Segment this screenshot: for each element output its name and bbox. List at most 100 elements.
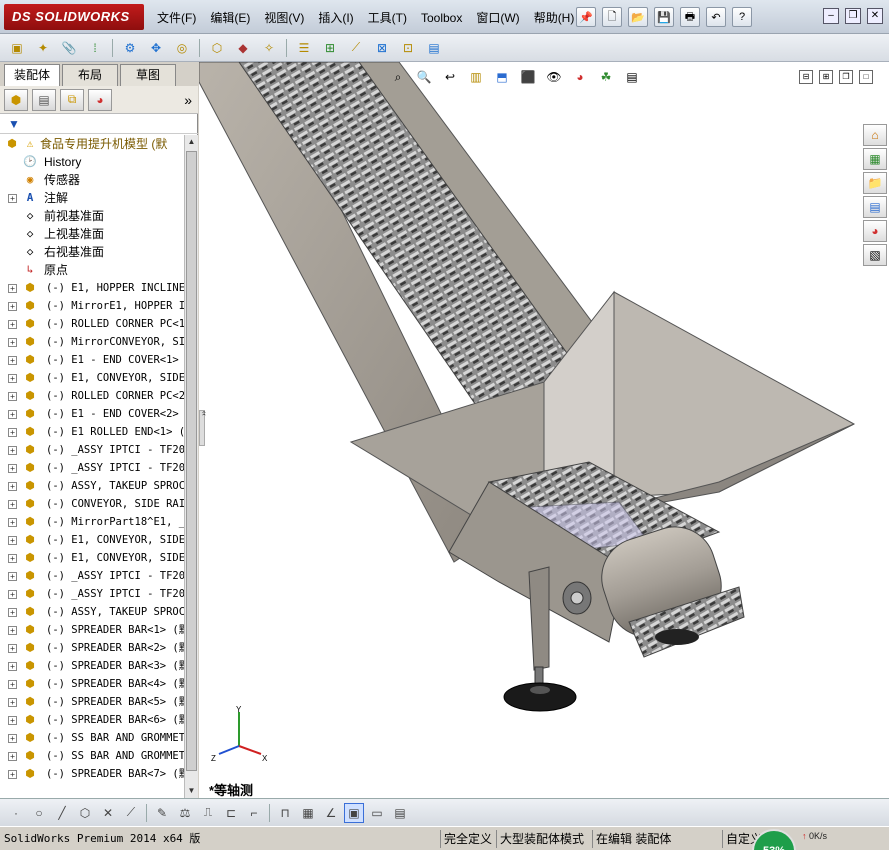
menu-file[interactable]: 文件(F) bbox=[150, 10, 203, 26]
undo-icon[interactable]: ↶ bbox=[706, 7, 726, 27]
tree-item-component[interactable]: + ⬢ (-) E1 - END COVER<2> ( bbox=[0, 405, 184, 423]
construction-geometry-icon[interactable]: ⌐ bbox=[244, 803, 264, 823]
tree-item-history[interactable]: 🕑 History bbox=[0, 153, 184, 171]
tree-item-component[interactable]: + ⬢ (-) ROLLED CORNER PC<1> bbox=[0, 315, 184, 333]
tree-item-front-plane[interactable]: ◇ 前视基准面 bbox=[0, 207, 184, 225]
smart-dimension-icon[interactable]: ✎ bbox=[152, 803, 172, 823]
shaded-display-icon[interactable]: ▣ bbox=[344, 802, 364, 823]
tree-item-component[interactable]: + ⬢ (-) SPREADER BAR<4> (默 bbox=[0, 675, 184, 693]
expand-toggle[interactable]: + bbox=[8, 626, 17, 635]
maximize-view-icon[interactable]: □ bbox=[859, 70, 873, 84]
tree-item-sensors[interactable]: ◉ 传感器 bbox=[0, 171, 184, 189]
display-style-icon[interactable]: ⬛ bbox=[519, 68, 537, 86]
tree-item-annotations[interactable]: + A 注解 bbox=[0, 189, 184, 207]
line-icon[interactable]: ╱ bbox=[52, 803, 72, 823]
move-component-icon[interactable]: ✥ bbox=[145, 38, 167, 58]
apply-scene-icon[interactable]: ☘ bbox=[597, 68, 615, 86]
configuration-manager-icon[interactable]: ⧉ bbox=[60, 88, 84, 111]
tree-item-component[interactable]: + ⬢ (-) E1, CONVEYOR, SIDE bbox=[0, 531, 184, 549]
restore-icon[interactable]: ❐ bbox=[845, 8, 861, 24]
split-view-icon[interactable]: ⊟ bbox=[799, 70, 813, 84]
expand-toggle[interactable]: + bbox=[8, 698, 17, 707]
interference-check-icon[interactable]: ⊠ bbox=[371, 38, 393, 58]
expand-toggle[interactable]: + bbox=[8, 770, 17, 779]
menu-edit[interactable]: 编辑(E) bbox=[203, 10, 257, 26]
panel-collapse-handle[interactable]: ‹‹ bbox=[199, 410, 207, 446]
hide-show-items-icon[interactable]: 👁 bbox=[545, 68, 563, 86]
expand-toggle[interactable]: + bbox=[8, 572, 17, 581]
tree-item-component[interactable]: + ⬢ (-) _ASSY IPTCI - TF205 bbox=[0, 585, 184, 603]
close-icon[interactable]: ✕ bbox=[867, 8, 883, 24]
expand-toggle[interactable]: + bbox=[8, 194, 17, 203]
wireframe-icon[interactable]: ▤ bbox=[390, 803, 410, 823]
expand-toggle[interactable]: + bbox=[8, 734, 17, 743]
scroll-down-icon[interactable]: ▼ bbox=[186, 784, 197, 798]
expand-toggle[interactable]: + bbox=[8, 284, 17, 293]
view-palette-icon[interactable]: ▤ bbox=[863, 196, 887, 218]
expand-toggle[interactable]: + bbox=[8, 500, 17, 509]
solidworks-resources-icon[interactable]: ⌂ bbox=[863, 124, 887, 146]
assembly-features-icon[interactable]: ⬡ bbox=[206, 38, 228, 58]
graphics-area[interactable]: ⌕ 🔍 ↩ ▥ ⬒ ⬛ 👁 ◕ ☘ ▤ ⊟ ⊞ ❐ □ ⌂ ▦ 📁 ▤ ◕ ▧ … bbox=[199, 62, 889, 798]
polygon-icon[interactable]: ⬡ bbox=[75, 803, 95, 823]
tree-item-component[interactable]: + ⬢ (-) SPREADER BAR<5> (默 bbox=[0, 693, 184, 711]
open-folder-icon[interactable]: 📂 bbox=[628, 7, 648, 27]
tab-layout[interactable]: 布局 bbox=[62, 64, 118, 86]
scroll-up-icon[interactable]: ▲ bbox=[186, 135, 197, 149]
menu-toolbox[interactable]: Toolbox bbox=[414, 10, 469, 26]
tree-item-component[interactable]: + ⬢ (-) E1 - END COVER<1> ( bbox=[0, 351, 184, 369]
view-settings-icon[interactable]: ▤ bbox=[623, 68, 641, 86]
tree-item-component[interactable]: + ⬢ (-) SPREADER BAR<7> (默 bbox=[0, 765, 184, 783]
tree-item-component[interactable]: + ⬢ (-) SPREADER BAR<3> (默 bbox=[0, 657, 184, 675]
more-tabs-icon[interactable]: » bbox=[184, 92, 192, 108]
tree-item-component[interactable]: + ⬢ (-) MirrorPart18^E1, _A bbox=[0, 513, 184, 531]
expand-toggle[interactable]: + bbox=[8, 680, 17, 689]
expand-toggle[interactable]: + bbox=[8, 356, 17, 365]
expand-toggle[interactable]: + bbox=[8, 554, 17, 563]
appearance-manager-icon[interactable]: ◕ bbox=[88, 88, 112, 111]
tree-item-component[interactable]: + ⬢ (-) SPREADER BAR<6> (默 bbox=[0, 711, 184, 729]
zoom-to-fit-icon[interactable]: ⌕ bbox=[389, 68, 407, 86]
tree-item-component[interactable]: + ⬢ (-) _ASSY IPTCI - TF205 bbox=[0, 441, 184, 459]
expand-toggle[interactable]: + bbox=[8, 446, 17, 455]
mate-icon[interactable]: 📎 bbox=[58, 38, 80, 58]
expand-toggle[interactable]: + bbox=[8, 392, 17, 401]
expand-toggle[interactable]: + bbox=[8, 752, 17, 761]
hidden-lines-icon[interactable]: ▭ bbox=[367, 803, 387, 823]
expand-toggle[interactable]: + bbox=[8, 608, 17, 617]
tangent-arc-icon[interactable]: ⟋ bbox=[121, 803, 141, 823]
tab-sketch[interactable]: 草图 bbox=[120, 64, 176, 86]
tab-assembly[interactable]: 装配体 bbox=[4, 64, 60, 87]
file-explorer-icon[interactable]: 📁 bbox=[863, 172, 887, 194]
print-icon[interactable]: 🖶 bbox=[680, 7, 700, 27]
expand-toggle[interactable]: + bbox=[8, 428, 17, 437]
menu-insert[interactable]: 插入(I) bbox=[311, 10, 360, 26]
scroll-thumb[interactable] bbox=[186, 151, 197, 771]
angle-icon[interactable]: ∠ bbox=[321, 803, 341, 823]
design-library-icon[interactable]: ▦ bbox=[863, 148, 887, 170]
tree-item-component[interactable]: + ⬢ (-) _ASSY IPTCI - TF205 bbox=[0, 459, 184, 477]
grid-icon[interactable]: ▦ bbox=[298, 803, 318, 823]
linear-pattern-icon[interactable]: ⁞ bbox=[84, 38, 106, 58]
expand-toggle[interactable]: + bbox=[8, 536, 17, 545]
featuremanager-tree-icon[interactable]: ⬢ bbox=[4, 88, 28, 111]
expand-toggle[interactable]: + bbox=[8, 302, 17, 311]
new-document-icon[interactable]: 🗋 bbox=[602, 7, 622, 27]
tree-item-component[interactable]: + ⬢ (-) E1, HOPPER INCLINE bbox=[0, 279, 184, 297]
insert-component-icon[interactable]: ▣ bbox=[6, 38, 28, 58]
rebuild-icon[interactable]: ▤ bbox=[423, 38, 445, 58]
single-view-icon[interactable]: ⊞ bbox=[819, 70, 833, 84]
tree-item-right-plane[interactable]: ◇ 右视基准面 bbox=[0, 243, 184, 261]
tree-item-component[interactable]: + ⬢ (-) ASSY, TAKEUP SPROCK bbox=[0, 477, 184, 495]
menu-view[interactable]: 视图(V) bbox=[257, 10, 311, 26]
help-icon[interactable]: ? bbox=[732, 7, 752, 27]
tree-filter[interactable]: ▼ bbox=[0, 114, 198, 134]
tree-item-component[interactable]: + ⬢ (-) SS BAR AND GROMMET< bbox=[0, 747, 184, 765]
expand-toggle[interactable]: + bbox=[8, 320, 17, 329]
trim-icon[interactable]: ✕ bbox=[98, 803, 118, 823]
menu-help[interactable]: 帮助(H) bbox=[527, 10, 582, 26]
explode-line-icon[interactable]: ⟋ bbox=[345, 38, 367, 58]
custom-properties-icon[interactable]: ▧ bbox=[863, 244, 887, 266]
bill-of-materials-icon[interactable]: ☰ bbox=[293, 38, 315, 58]
new-part-icon[interactable]: ✦ bbox=[32, 38, 54, 58]
